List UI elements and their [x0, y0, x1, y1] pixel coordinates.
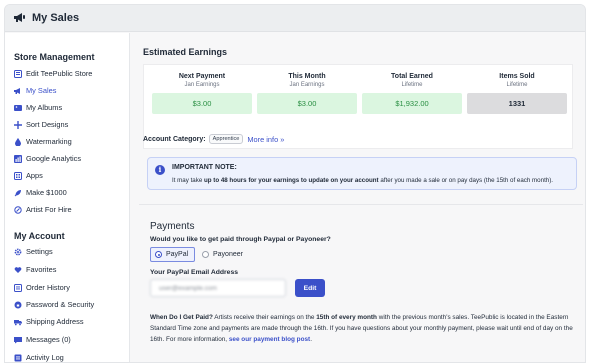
move-icon: [14, 120, 22, 129]
store-management-title: Store Management: [14, 52, 95, 62]
sidebar-item-artist-for-hire[interactable]: Artist For Hire: [14, 205, 72, 214]
payment-blog-post-link[interactable]: see our payment blog post: [229, 336, 310, 343]
stat-items-sold: Items Sold Lifetime 1331: [467, 73, 567, 114]
sidebar-item-favorites[interactable]: Favorites: [14, 265, 56, 274]
more-info-link[interactable]: More info »: [247, 135, 284, 144]
sidebar-item-activity-log[interactable]: Activity Log: [14, 353, 64, 362]
sidebar-item-label: Google Analytics: [26, 154, 82, 163]
sidebar-item-label: Activity Log: [26, 353, 64, 362]
apps-icon: [14, 171, 22, 180]
sidebar-item-settings[interactable]: Settings: [14, 247, 53, 256]
sidebar-item-label: Favorites: [26, 265, 57, 274]
stat-this-month: This Month Jan Earnings $3.00: [257, 73, 357, 114]
sidebar-item-sort-designs[interactable]: Sort Designs: [14, 120, 68, 129]
when-do-i-get-paid-text: When Do I Get Paid? Artists receive thei…: [150, 314, 573, 343]
stat-sublabel: Jan Earnings: [289, 82, 325, 88]
estimated-earnings-title: Estimated Earnings: [143, 47, 228, 57]
sidebar-item-make-1000[interactable]: Make $1000: [14, 188, 67, 197]
sidebar-item-label: Order History: [26, 283, 70, 292]
account-category: Account Category: Apprentice More info »: [143, 134, 284, 144]
message-icon: [14, 336, 22, 344]
sidebar-item-label: Shipping Address: [26, 317, 84, 326]
sidebar-item-google-analytics[interactable]: Google Analytics: [14, 154, 81, 163]
sidebar-item-label: My Sales: [26, 86, 57, 95]
sidebar-item-label: Messages (0): [26, 335, 71, 344]
info-icon: i: [155, 165, 165, 175]
stat-next-payment: Next Payment Jan Earnings $3.00: [152, 73, 252, 114]
radio-button-checked[interactable]: [155, 251, 162, 258]
payoneer-radio-option[interactable]: Payoneer: [198, 247, 249, 262]
sidebar-item-label: Make $1000: [26, 188, 67, 197]
history-icon: [14, 283, 22, 292]
main-content: Estimated Earnings Next Payment Jan Earn…: [131, 33, 585, 362]
sidebar-item-label: Password & Security: [26, 300, 95, 309]
brush-icon: [14, 205, 22, 214]
sidebar-item-password-security[interactable]: Password & Security: [14, 300, 94, 309]
sidebar-item-apps[interactable]: Apps: [14, 171, 43, 180]
radio-label: PayPal: [166, 251, 189, 258]
account-category-label: Account Category:: [143, 135, 206, 143]
stat-label: This Month: [288, 73, 326, 80]
chart-icon: [14, 154, 22, 163]
sidebar-item-label: Sort Designs: [26, 120, 69, 129]
paypal-radio-option[interactable]: PayPal: [150, 247, 196, 262]
section-divider: [139, 204, 583, 205]
heart-icon: [14, 266, 22, 274]
radio-button[interactable]: [202, 251, 209, 258]
drop-icon: [14, 137, 22, 146]
stat-value: $3.00: [152, 93, 252, 114]
sidebar-item-shipping-address[interactable]: Shipping Address: [14, 317, 84, 326]
sidebar: Store Management Edit TeePublic Store My…: [5, 33, 130, 362]
sidebar-item-my-sales[interactable]: My Sales: [14, 86, 56, 95]
sidebar-item-watermarking[interactable]: Watermarking: [14, 137, 72, 146]
sidebar-item-label: Apps: [26, 171, 43, 180]
album-icon: [14, 104, 22, 112]
rocket-icon: [14, 189, 22, 197]
note-title: IMPORTANT NOTE:: [172, 164, 237, 171]
important-note: i IMPORTANT NOTE: It may take up to 48 h…: [147, 157, 577, 190]
note-body: It may take up to 48 hours for your earn…: [172, 177, 554, 184]
stat-value: $1,932.00: [362, 93, 462, 114]
megaphone-icon: [13, 12, 27, 24]
app-window: My Sales Store Management Edit TeePublic…: [4, 4, 586, 363]
page-title: My Sales: [32, 12, 80, 24]
sidebar-item-label: My Albums: [26, 103, 63, 112]
edit-button[interactable]: Edit: [295, 279, 325, 297]
sidebar-item-label: Settings: [26, 247, 53, 256]
payments-title: Payments: [150, 221, 195, 232]
page-header: My Sales: [5, 5, 585, 32]
stat-total-earned: Total Earned Lifetime $1,932.00: [362, 73, 462, 114]
megaphone-icon: [14, 87, 22, 95]
sidebar-item-label: Edit TeePublic Store: [26, 69, 93, 78]
paypal-email-field[interactable]: [150, 279, 286, 297]
truck-icon: [14, 318, 22, 326]
paypal-email-label: Your PayPal Email Address: [150, 269, 239, 276]
stat-label: Items Sold: [499, 73, 535, 80]
stat-label: Total Earned: [391, 73, 433, 80]
payments-question: Would you like to get paid through Paypa…: [150, 236, 331, 243]
stat-value: 1331: [467, 93, 567, 114]
gear-icon: [14, 248, 22, 256]
account-category-badge: Apprentice: [208, 134, 244, 144]
log-icon: [14, 354, 22, 362]
sidebar-item-label: Artist For Hire: [26, 205, 72, 214]
stat-sublabel: Lifetime: [506, 82, 528, 88]
my-account-title: My Account: [14, 231, 65, 241]
sidebar-item-order-history[interactable]: Order History: [14, 283, 70, 292]
sidebar-item-my-albums[interactable]: My Albums: [14, 103, 62, 112]
radio-label: Payoneer: [213, 251, 243, 258]
sidebar-item-label: Watermarking: [26, 137, 72, 146]
stat-value: $3.00: [257, 93, 357, 114]
store-icon: [14, 69, 22, 78]
sidebar-item-messages[interactable]: Messages (0): [14, 335, 71, 344]
stat-sublabel: Jan Earnings: [184, 82, 220, 88]
sidebar-item-edit-store[interactable]: Edit TeePublic Store: [14, 69, 92, 78]
lock-icon: [14, 301, 22, 309]
stat-sublabel: Lifetime: [401, 82, 423, 88]
stat-label: Next Payment: [178, 73, 226, 80]
